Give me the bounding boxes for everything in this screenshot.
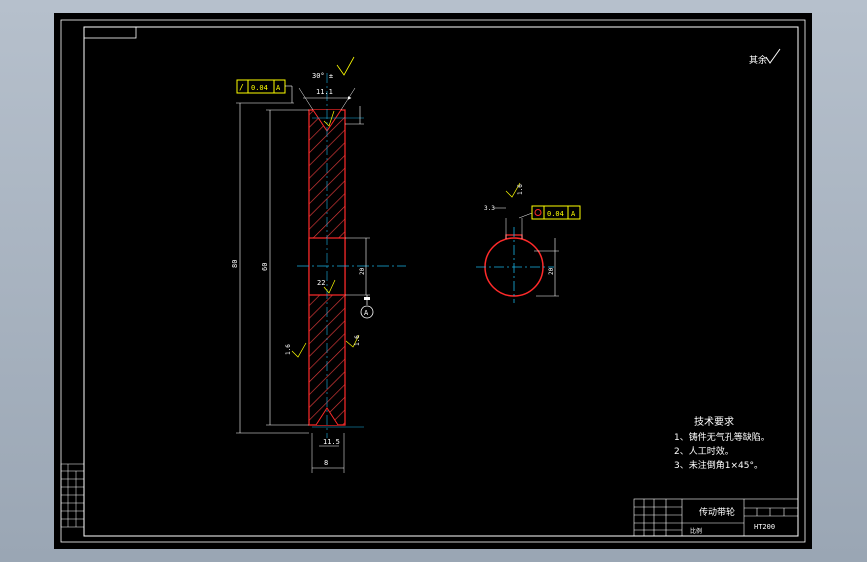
datum-marker: A xyxy=(360,295,374,319)
svg-text:/: / xyxy=(239,83,244,92)
bore-dim-label: 20 xyxy=(359,267,366,275)
front-tolerance-frame: / 0.04 A xyxy=(236,79,293,103)
surface-finish-rest-label: 其余 xyxy=(749,54,767,66)
side-tolerance-value: 0.04 xyxy=(547,210,564,218)
angle-label: 30° ± xyxy=(312,72,333,80)
overall-height-label: 80 xyxy=(231,260,239,268)
scale-label: 比例 xyxy=(690,527,702,535)
bore-size-label: 22 xyxy=(317,279,325,287)
side-tolerance-frame: 0.04 A xyxy=(531,205,581,220)
material-label: HT200 xyxy=(754,523,775,531)
surface-finish-note: 其余 xyxy=(749,48,781,66)
roughness-symbol-left xyxy=(291,342,307,358)
side-small-dim: 3.3 xyxy=(484,205,495,212)
front-tolerance-datum: A xyxy=(276,84,281,92)
overall-height-dimension: 80 60 xyxy=(231,102,309,434)
front-tolerance-value: 0.04 xyxy=(251,84,268,92)
roughness-check-icon xyxy=(765,48,781,64)
engineering-drawing: 其余 / 0.04 A 30° ± 11.1 80 60 22 20 A 1.6… xyxy=(60,19,806,543)
part-name: 传动带轮 xyxy=(699,506,735,518)
tech-requirement-item-3: 3、未注倒角1×45°。 xyxy=(674,459,763,471)
bottom-dimensions: 11.5 8 xyxy=(311,433,345,473)
roughness-right-value: 1.6 xyxy=(354,335,361,346)
front-section-view[interactable] xyxy=(297,73,406,438)
title-block[interactable]: 传动带轮 比例 HT200 xyxy=(633,498,799,537)
inner-height-label: 60 xyxy=(261,263,269,271)
cad-application-window: 其余 / 0.04 A 30° ± 11.1 80 60 22 20 A 1.6… xyxy=(0,0,867,562)
side-tolerance-datum: A xyxy=(571,210,576,218)
revision-side-table xyxy=(60,463,85,528)
corner-label-box xyxy=(83,26,137,39)
tech-requirement-item-1: 1、铸件无气孔等缺陷。 xyxy=(674,431,770,443)
roughness-symbol-top xyxy=(336,56,355,76)
drawing-canvas[interactable]: 其余 / 0.04 A 30° ± 11.1 80 60 22 20 A 1.6… xyxy=(54,13,812,549)
bottom-width-label: 11.5 xyxy=(323,438,340,446)
technical-requirements: 技术要求 1、铸件无气孔等缺陷。 2、人工时效。 3、未注倒角1×45°。 xyxy=(674,415,770,471)
roughness-left-value: 1.6 xyxy=(285,344,292,355)
side-roughness-value: 1.6 xyxy=(517,184,524,195)
thickness-label: 8 xyxy=(324,459,328,467)
tech-requirement-item-2: 2、人工时效。 xyxy=(674,445,734,457)
groove-width-label: 11.1 xyxy=(316,88,333,96)
side-dia-label: 20 xyxy=(548,267,555,275)
datum-letter: A xyxy=(364,309,369,317)
tech-requirements-title: 技术要求 xyxy=(694,415,734,428)
side-view[interactable]: 1.6 3.3 20 xyxy=(476,182,559,303)
inner-border xyxy=(83,26,799,537)
